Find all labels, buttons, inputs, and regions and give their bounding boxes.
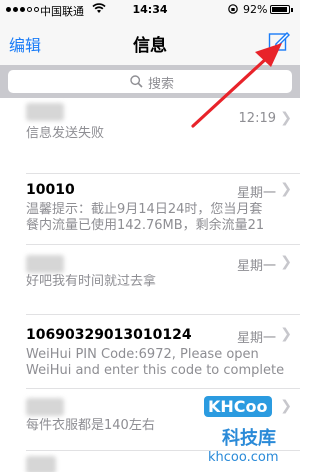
search-input[interactable]: 搜索 (8, 70, 292, 93)
sender-name: 10010 (26, 182, 75, 198)
search-placeholder: 搜索 (148, 77, 175, 92)
message-preview: WeiHui PIN Code:6972, Please open WeiHui… (26, 347, 288, 379)
message-row[interactable]: 10690329013010124 星期一 ❯ WeiHui PIN Code:… (0, 315, 300, 389)
sender-name-redacted (26, 103, 64, 121)
preview-line: 每件衣服都是140左右 (26, 418, 155, 433)
battery-icon (270, 5, 290, 14)
sender-name-redacted (26, 456, 56, 472)
row-divider (26, 173, 300, 174)
message-row[interactable]: 12:19 ❯ 信息发送失败 (0, 98, 300, 174)
battery-tip (291, 8, 293, 12)
chevron-right-icon: ❯ (280, 326, 292, 342)
chevron-right-icon: ❯ (280, 181, 292, 197)
message-row[interactable]: ❯ 每件衣服都是140左右 (0, 390, 300, 472)
message-preview: 信息发送失败 (26, 126, 288, 142)
sender-name-redacted (26, 398, 64, 416)
message-preview: 温馨提示：截止9月14日24时，您当月套 餐内流量已使用142.76MB，剩余流… (26, 202, 288, 234)
compose-icon[interactable] (267, 29, 291, 53)
sender-name: 10690329013010124 (26, 327, 192, 343)
status-bar: 中国联通 14:34 92% (0, 0, 300, 20)
nav-bar: 编辑 信息 (0, 20, 300, 65)
chevron-right-icon: ❯ (280, 110, 292, 126)
message-time: 星期一 (236, 186, 276, 201)
page-title: 信息 (133, 36, 167, 56)
chevron-right-icon: ❯ (280, 254, 292, 270)
sender-name-redacted (26, 255, 64, 273)
chevron-right-icon: ❯ (280, 398, 292, 414)
row-divider (26, 244, 300, 245)
message-preview: 每件衣服都是140左右 (26, 418, 288, 434)
battery-percent: 92% (243, 3, 268, 16)
message-time: 星期一 (236, 259, 276, 274)
row-divider (26, 450, 300, 451)
message-time: 12:19 (238, 111, 276, 126)
message-row[interactable]: 10010 星期一 ❯ 温馨提示：截止9月14日24时，您当月套 餐内流量已使用… (0, 176, 300, 245)
preview-line: WeiHui PIN Code:6972, Please open (26, 347, 259, 362)
preview-line: WeiHui and enter this code to complete (26, 363, 285, 378)
search-bar: 搜索 (0, 65, 300, 98)
message-time: 星期一 (236, 331, 276, 346)
messages-screen: 中国联通 14:34 92% 编辑 信息 搜索 12:19 ❯ 信息发送失败 1… (0, 0, 300, 472)
preview-line: 好吧我有时间就过去拿 (26, 274, 157, 289)
battery-level-fill (272, 7, 287, 12)
preview-line: 餐内流量已使用142.76MB，剩余流量21 (26, 218, 265, 233)
preview-line: 信息发送失败 (26, 126, 105, 141)
search-icon (130, 75, 143, 88)
message-row[interactable]: 星期一 ❯ 好吧我有时间就过去拿 (0, 247, 300, 315)
preview-line: 温馨提示：截止9月14日24时，您当月套 (26, 202, 263, 217)
row-divider (26, 388, 300, 389)
message-preview: 好吧我有时间就过去拿 (26, 274, 288, 290)
rotation-lock-icon (228, 4, 238, 14)
